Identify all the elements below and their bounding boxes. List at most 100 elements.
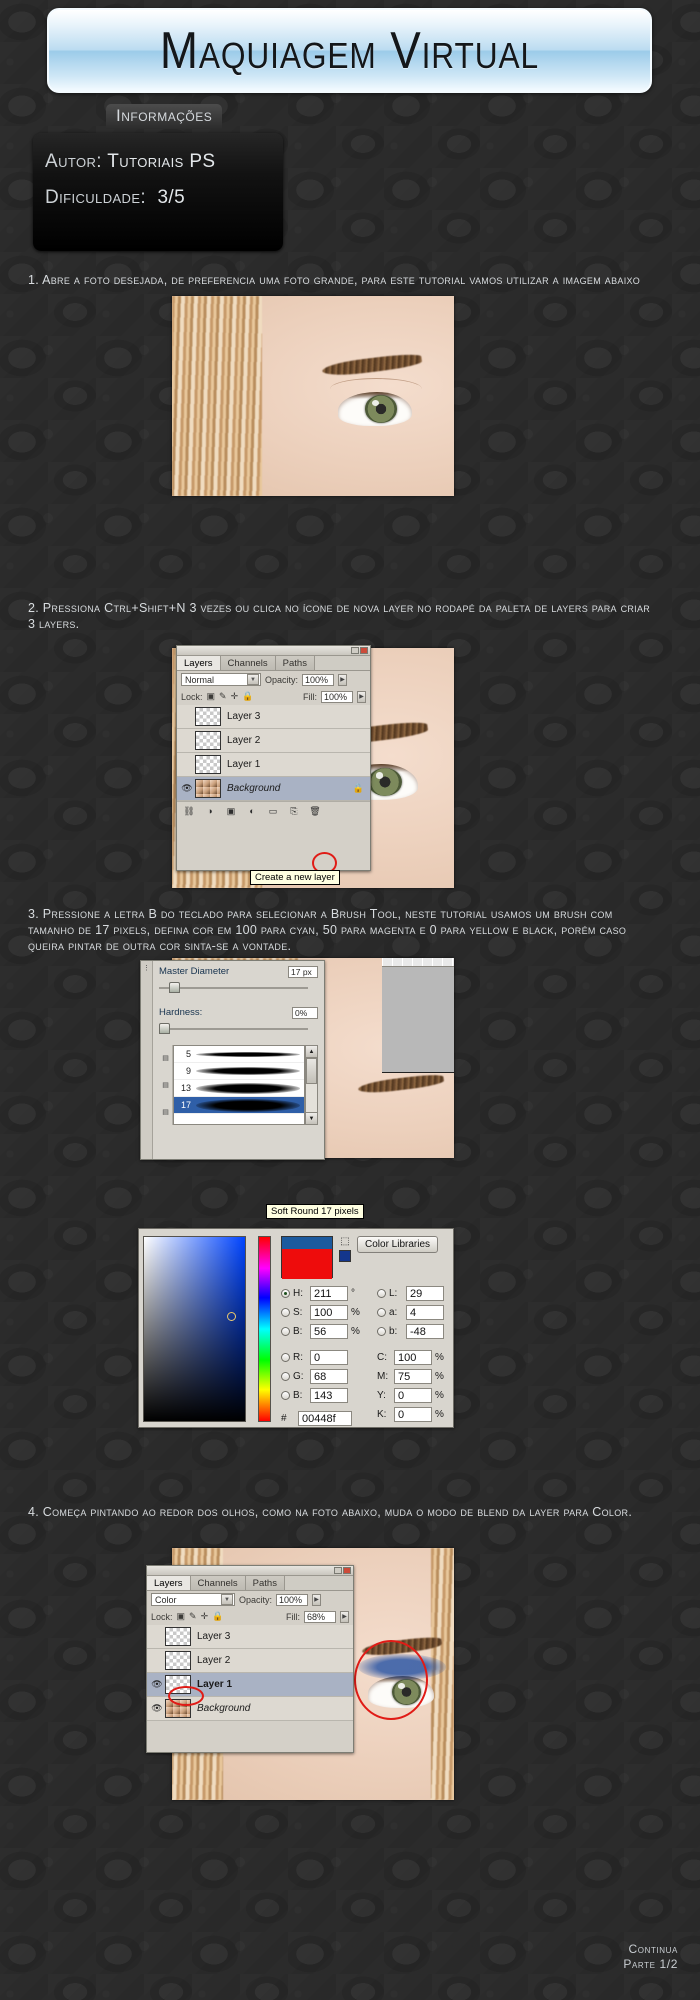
radio-a[interactable] <box>377 1308 386 1317</box>
input-h[interactable]: 211 <box>310 1286 348 1301</box>
field-row-s[interactable]: S: 100 % <box>281 1303 363 1322</box>
tab-channels[interactable]: Channels <box>220 656 276 670</box>
fill-field[interactable]: 68% <box>304 1610 336 1623</box>
radio-lab-b[interactable] <box>377 1327 386 1336</box>
opacity-stepper[interactable]: ▶ <box>312 1593 322 1606</box>
hardness-slider[interactable] <box>159 1022 318 1036</box>
list-item[interactable]: 13 <box>174 1080 304 1097</box>
field-row-m[interactable]: M: 75 % <box>377 1367 447 1386</box>
eye-icon[interactable]: 👁 <box>149 1679 165 1690</box>
scrollbar-thumb[interactable] <box>306 1058 317 1084</box>
blend-mode-select[interactable]: Normal ▼ <box>181 673 261 686</box>
blend-mode-select[interactable]: Color ▼ <box>151 1593 235 1606</box>
table-row[interactable]: 👁 Background 🔒 <box>177 777 370 801</box>
list-item[interactable]: 17 <box>174 1097 304 1114</box>
color-field-cursor[interactable] <box>227 1312 236 1321</box>
minimize-icon[interactable] <box>334 1567 342 1574</box>
input-c[interactable]: 100 <box>394 1350 432 1365</box>
panel-grip[interactable]: ⋮ <box>141 961 153 1159</box>
slider-handle[interactable] <box>159 1023 170 1034</box>
eye-icon[interactable]: 👁 <box>149 1703 165 1714</box>
tab-paths[interactable]: Paths <box>245 1576 285 1590</box>
scroll-down-icon[interactable]: ▼ <box>306 1112 317 1124</box>
input-b2[interactable]: 143 <box>310 1388 348 1403</box>
input-m[interactable]: 75 <box>394 1369 432 1384</box>
master-diameter-value[interactable]: 17 px <box>288 966 318 978</box>
opacity-stepper[interactable]: ▶ <box>338 673 348 686</box>
radio-h[interactable] <box>281 1289 290 1298</box>
fill-stepper[interactable]: ▶ <box>357 690 366 703</box>
fill-stepper[interactable]: ▶ <box>340 1610 349 1623</box>
table-row[interactable]: Layer 1 <box>177 753 370 777</box>
field-row-h[interactable]: H: 211 ° <box>281 1284 363 1303</box>
adjustment-layer-icon[interactable]: ◐ <box>246 805 258 817</box>
input-s[interactable]: 100 <box>310 1305 348 1320</box>
radio-b[interactable] <box>281 1327 290 1336</box>
radio-b2[interactable] <box>281 1391 290 1400</box>
eye-icon[interactable]: 👁 <box>179 783 195 794</box>
slider-handle[interactable] <box>169 982 180 993</box>
field-row-l[interactable]: L: 29 <box>377 1284 447 1303</box>
minimize-icon[interactable] <box>351 647 359 654</box>
table-row[interactable]: Layer 2 <box>177 729 370 753</box>
radio-r[interactable] <box>281 1353 290 1362</box>
close-icon[interactable] <box>360 647 368 654</box>
fill-field[interactable]: 100% <box>321 690 353 703</box>
table-row[interactable]: Layer 3 <box>147 1625 353 1649</box>
brush-view-icon[interactable]: ▤ <box>162 1081 169 1089</box>
field-row-b2[interactable]: B: 143 <box>281 1386 363 1405</box>
radio-s[interactable] <box>281 1308 290 1317</box>
brush-view-icon[interactable]: ▤ <box>162 1054 169 1062</box>
field-row-b[interactable]: B: 56 % <box>281 1322 363 1341</box>
lock-all-icon[interactable]: 🔒 <box>212 1611 223 1622</box>
lock-move-icon[interactable]: ✛ <box>231 691 239 702</box>
list-item[interactable]: 5 <box>174 1046 304 1063</box>
close-icon[interactable] <box>343 1567 351 1574</box>
input-k[interactable]: 0 <box>394 1407 432 1422</box>
web-safe-swatch[interactable] <box>339 1250 351 1262</box>
delete-layer-icon[interactable]: 🗑 <box>309 805 321 817</box>
tab-channels[interactable]: Channels <box>190 1576 246 1590</box>
field-row-y[interactable]: Y: 0 % <box>377 1386 447 1405</box>
field-row-r[interactable]: R: 0 <box>281 1348 363 1367</box>
lock-brush-icon[interactable]: ✎ <box>189 1611 197 1622</box>
link-layers-icon[interactable]: ⛓ <box>183 805 195 817</box>
lock-move-icon[interactable]: ✛ <box>201 1611 209 1622</box>
input-l[interactable]: 29 <box>406 1286 444 1301</box>
input-r[interactable]: 0 <box>310 1350 348 1365</box>
input-g[interactable]: 68 <box>310 1369 348 1384</box>
hex-input[interactable]: 00448f <box>298 1411 352 1426</box>
lock-transparent-icon[interactable]: ▣ <box>207 691 216 702</box>
field-row-a[interactable]: a: 4 <box>377 1303 447 1322</box>
scroll-up-icon[interactable]: ▲ <box>306 1046 317 1058</box>
master-diameter-slider[interactable] <box>159 981 318 995</box>
lock-brush-icon[interactable]: ✎ <box>219 691 227 702</box>
input-a[interactable]: 4 <box>406 1305 444 1320</box>
brush-view-icon[interactable]: ▤ <box>162 1108 169 1116</box>
tab-paths[interactable]: Paths <box>275 656 315 670</box>
lock-transparent-icon[interactable]: ▣ <box>177 1611 186 1622</box>
input-b[interactable]: 56 <box>310 1324 348 1339</box>
list-item[interactable]: 9 <box>174 1063 304 1080</box>
tab-layers[interactable]: Layers <box>177 656 221 670</box>
opacity-field[interactable]: 100% <box>276 1593 309 1606</box>
new-group-icon[interactable]: ▭ <box>267 805 279 817</box>
lock-all-icon[interactable]: 🔒 <box>242 691 253 702</box>
radio-g[interactable] <box>281 1372 290 1381</box>
brush-size-list[interactable]: 5 9 13 17 <box>173 1045 305 1125</box>
brush-list-scrollbar[interactable]: ▲ ▼ <box>305 1045 318 1125</box>
hardness-value[interactable]: 0% <box>292 1007 318 1019</box>
layer-mask-icon[interactable]: ▣ <box>225 805 237 817</box>
out-of-gamut-icon[interactable]: ⬚ <box>340 1236 349 1247</box>
field-row-g[interactable]: G: 68 <box>281 1367 363 1386</box>
color-libraries-button[interactable]: Color Libraries <box>357 1236 439 1253</box>
window-controls[interactable] <box>351 647 368 654</box>
hex-row[interactable]: # 00448f <box>281 1409 363 1428</box>
saturation-brightness-field[interactable] <box>143 1236 246 1422</box>
new-layer-icon[interactable]: ⎘ <box>288 805 300 817</box>
chevron-down-icon[interactable]: ▼ <box>247 674 259 685</box>
field-row-c[interactable]: C: 100 % <box>377 1348 447 1367</box>
table-row[interactable]: Layer 2 <box>147 1649 353 1673</box>
radio-l[interactable] <box>377 1289 386 1298</box>
field-row-k[interactable]: K: 0 % <box>377 1405 447 1424</box>
